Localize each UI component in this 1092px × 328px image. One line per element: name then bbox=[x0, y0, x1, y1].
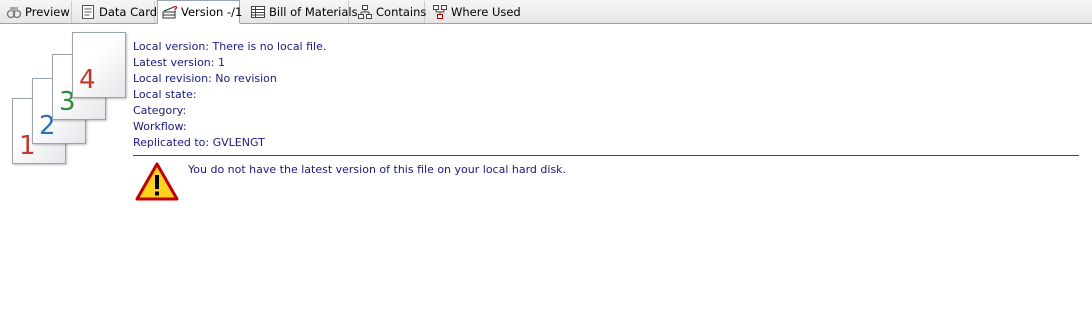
tab-label: Contains bbox=[376, 5, 427, 19]
preview-icon bbox=[6, 4, 22, 20]
tab-label: Bill of Materials bbox=[269, 5, 358, 19]
version-page-number: 4 bbox=[79, 65, 96, 95]
local-state-row: Local state: bbox=[133, 88, 197, 101]
contains-icon bbox=[357, 4, 373, 20]
tab-label: Data Card bbox=[99, 5, 158, 19]
tab-where-used[interactable]: Where Used bbox=[428, 1, 521, 23]
local-revision-row: Local revision: No revision bbox=[133, 72, 277, 85]
warning-message: You do not have the latest version of th… bbox=[188, 163, 567, 176]
svg-text:?: ? bbox=[173, 5, 178, 14]
local-version-row: Local version: There is no local file. bbox=[133, 40, 327, 53]
latest-version-row: Latest version: 1 bbox=[133, 56, 225, 69]
tab-data-card[interactable]: Data Card bbox=[76, 1, 158, 23]
tab-label: Preview bbox=[25, 5, 70, 19]
tab-version[interactable]: ? Version -/1 bbox=[157, 0, 243, 24]
replicated-to-row: Replicated to: GVLENGT bbox=[133, 136, 265, 149]
warning-triangle-icon bbox=[135, 162, 179, 202]
bill-of-materials-icon bbox=[250, 4, 266, 20]
tab-bill-of-materials[interactable]: Bill of Materials bbox=[246, 1, 358, 23]
data-card-icon bbox=[80, 4, 96, 20]
tab-bar: Preview Data Card ? Version -/1 Bill of … bbox=[0, 0, 1092, 24]
workflow-row: Workflow: bbox=[133, 120, 187, 133]
version-stack-illustration: 1 2 3 4 bbox=[8, 30, 128, 168]
version-details: Local version: There is no local file. L… bbox=[133, 39, 326, 151]
divider bbox=[133, 155, 1079, 156]
tab-label: Where Used bbox=[451, 5, 521, 19]
category-row: Category: bbox=[133, 104, 187, 117]
where-used-icon bbox=[432, 4, 448, 20]
tab-label: Version -/1 bbox=[181, 5, 243, 19]
version-page-4: 4 bbox=[72, 32, 126, 98]
version-icon: ? bbox=[162, 4, 178, 20]
tab-preview[interactable]: Preview bbox=[2, 1, 72, 23]
tab-contains[interactable]: Contains bbox=[353, 1, 427, 23]
